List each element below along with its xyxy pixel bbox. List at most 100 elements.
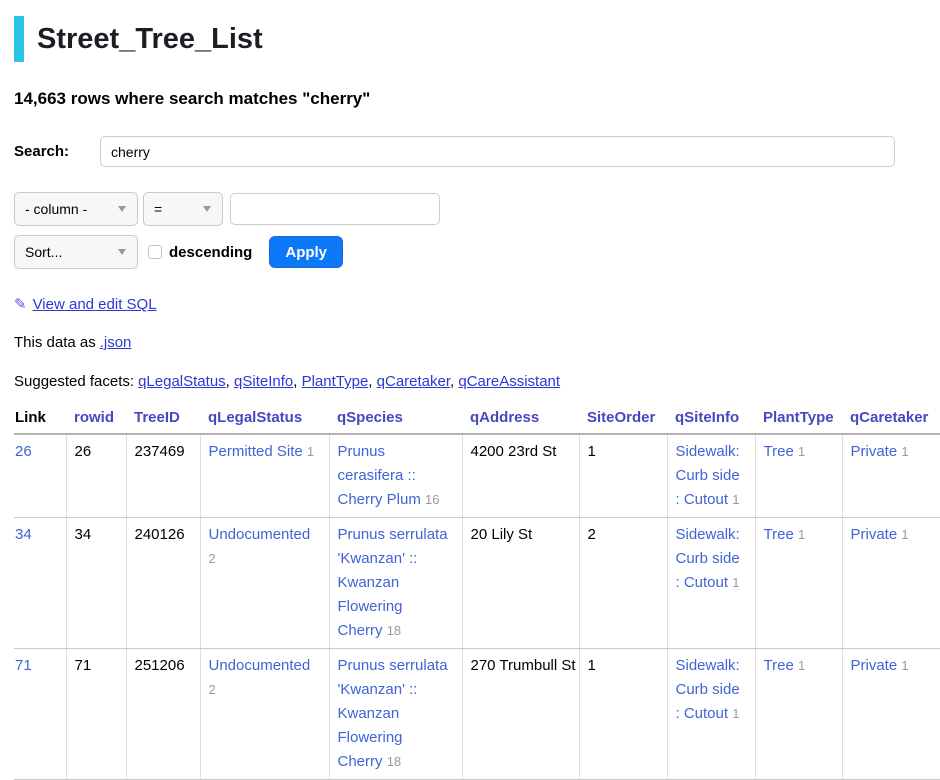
legal-status-link[interactable]: Undocumented xyxy=(209,657,311,674)
column-select[interactable]: - column - xyxy=(14,192,138,226)
facet-link-qcareassistant[interactable]: qCareAssistant xyxy=(458,373,560,390)
row-link[interactable]: 34 xyxy=(15,526,32,543)
column-header-link: Link xyxy=(14,409,66,434)
facet-count: 1 xyxy=(901,658,908,673)
column-header-rowid[interactable]: rowid xyxy=(66,409,126,434)
legal-status-link[interactable]: Undocumented xyxy=(209,526,311,543)
rowid-cell: 26 xyxy=(66,434,126,518)
column-header-qsiteinfo[interactable]: qSiteInfo xyxy=(667,409,755,434)
facet-link-qcaretaker[interactable]: qCaretaker xyxy=(377,373,450,390)
column-header-qlegalstatus[interactable]: qLegalStatus xyxy=(200,409,329,434)
column-header-qcaretaker[interactable]: qCaretaker xyxy=(842,409,940,434)
site-info-cell: Sidewalk: Curb side : Cutout 1 xyxy=(667,518,755,649)
address-cell: 270 Trumbull St xyxy=(462,649,579,780)
link-cell: 71 xyxy=(14,649,66,780)
plant-type-cell: Tree 1 xyxy=(755,649,842,780)
operator-select-wrap: = xyxy=(143,192,223,226)
table-row: 26 26 237469 Permitted Site 1 Prunus cer… xyxy=(14,434,940,518)
column-header-qspecies[interactable]: qSpecies xyxy=(329,409,462,434)
facet-count: 16 xyxy=(425,492,439,507)
pencil-icon: ✎ xyxy=(14,296,27,313)
json-link[interactable]: .json xyxy=(100,334,132,351)
filter-value-input[interactable] xyxy=(230,193,440,225)
site-info-link[interactable]: Sidewalk: Curb side : Cutout xyxy=(676,657,740,722)
species-cell: Prunus serrulata 'Kwanzan' :: Kwanzan Fl… xyxy=(329,649,462,780)
plant-type-cell: Tree 1 xyxy=(755,518,842,649)
rowid-cell: 34 xyxy=(66,518,126,649)
rowid-cell: 71 xyxy=(66,649,126,780)
caretaker-link[interactable]: Private xyxy=(851,526,898,543)
sort-row: Sort... descending Apply xyxy=(14,235,926,269)
column-header-planttype[interactable]: PlantType xyxy=(755,409,842,434)
caretaker-cell: Private 1 xyxy=(842,649,940,780)
json-row: This data as.json xyxy=(14,334,926,351)
descending-label[interactable]: descending xyxy=(169,244,252,261)
link-cell: 34 xyxy=(14,518,66,649)
facet-count: 1 xyxy=(798,658,805,673)
site-info-cell: Sidewalk: Curb side : Cutout 1 xyxy=(667,649,755,780)
descending-checkbox[interactable] xyxy=(148,245,162,259)
table-header-row: Link rowid TreeID qLegalStatus qSpecies … xyxy=(14,409,940,434)
column-header-siteorder[interactable]: SiteOrder xyxy=(579,409,667,434)
column-select-wrap: - column - xyxy=(14,192,138,226)
site-info-link[interactable]: Sidewalk: Curb side : Cutout xyxy=(676,526,740,591)
species-cell: Prunus cerasifera :: Cherry Plum 16 xyxy=(329,434,462,518)
title-accent-bar xyxy=(14,16,24,62)
caretaker-link[interactable]: Private xyxy=(851,443,898,460)
site-order-cell: 1 xyxy=(579,649,667,780)
caretaker-cell: Private 1 xyxy=(842,434,940,518)
treeid-cell: 240126 xyxy=(126,518,200,649)
search-input[interactable] xyxy=(100,136,895,167)
facet-link-qsiteinfo[interactable]: qSiteInfo xyxy=(234,373,293,390)
facet-count: 1 xyxy=(732,575,739,590)
site-info-cell: Sidewalk: Curb side : Cutout 1 xyxy=(667,434,755,518)
treeid-cell: 251206 xyxy=(126,649,200,780)
species-cell: Prunus serrulata 'Kwanzan' :: Kwanzan Fl… xyxy=(329,518,462,649)
legal-status-cell: Permitted Site 1 xyxy=(200,434,329,518)
data-as-label: This data as xyxy=(14,334,96,351)
plant-type-link[interactable]: Tree xyxy=(764,443,794,460)
row-link[interactable]: 71 xyxy=(15,657,32,674)
address-cell: 20 Lily St xyxy=(462,518,579,649)
facet-count: 1 xyxy=(732,492,739,507)
site-order-cell: 2 xyxy=(579,518,667,649)
view-edit-sql-link[interactable]: View and edit SQL xyxy=(33,296,157,313)
facet-count: 2 xyxy=(209,551,216,566)
column-header-qaddress[interactable]: qAddress xyxy=(462,409,579,434)
facet-count: 1 xyxy=(798,444,805,459)
page-header: Street_Tree_List xyxy=(14,16,926,62)
species-link[interactable]: Prunus cerasifera :: Cherry Plum xyxy=(338,443,421,508)
sort-select-wrap: Sort... xyxy=(14,235,138,269)
column-header-treeid[interactable]: TreeID xyxy=(126,409,200,434)
plant-type-link[interactable]: Tree xyxy=(764,657,794,674)
suggested-facets: Suggested facets:qLegalStatus, qSiteInfo… xyxy=(14,373,926,390)
site-info-link[interactable]: Sidewalk: Curb side : Cutout xyxy=(676,443,740,508)
plant-type-link[interactable]: Tree xyxy=(764,526,794,543)
facet-count: 1 xyxy=(901,527,908,542)
address-cell: 4200 23rd St xyxy=(462,434,579,518)
facet-link-planttype[interactable]: PlantType xyxy=(302,373,369,390)
sort-select[interactable]: Sort... xyxy=(14,235,138,269)
facet-count: 18 xyxy=(387,623,401,638)
page: Street_Tree_List 14,663 rows where searc… xyxy=(0,0,940,780)
apply-button[interactable]: Apply xyxy=(269,236,343,268)
plant-type-cell: Tree 1 xyxy=(755,434,842,518)
facets-label: Suggested facets: xyxy=(14,373,134,390)
facet-count: 1 xyxy=(901,444,908,459)
search-row: Search: xyxy=(14,136,926,167)
table-row: 71 71 251206 Undocumented 2 Prunus serru… xyxy=(14,649,940,780)
legal-status-link[interactable]: Permitted Site xyxy=(209,443,303,460)
sql-row: ✎ View and edit SQL xyxy=(14,295,926,313)
caretaker-cell: Private 1 xyxy=(842,518,940,649)
facet-count: 2 xyxy=(209,682,216,697)
results-table: Link rowid TreeID qLegalStatus qSpecies … xyxy=(14,409,940,780)
row-link[interactable]: 26 xyxy=(15,443,32,460)
page-title: Street_Tree_List xyxy=(37,23,263,56)
rows-count-summary: 14,663 rows where search matches "cherry… xyxy=(14,89,926,109)
facet-count: 1 xyxy=(798,527,805,542)
facet-count: 18 xyxy=(387,754,401,769)
facet-link-qlegalstatus[interactable]: qLegalStatus xyxy=(138,373,226,390)
filter-row: - column - = xyxy=(14,192,926,226)
operator-select[interactable]: = xyxy=(143,192,223,226)
caretaker-link[interactable]: Private xyxy=(851,657,898,674)
